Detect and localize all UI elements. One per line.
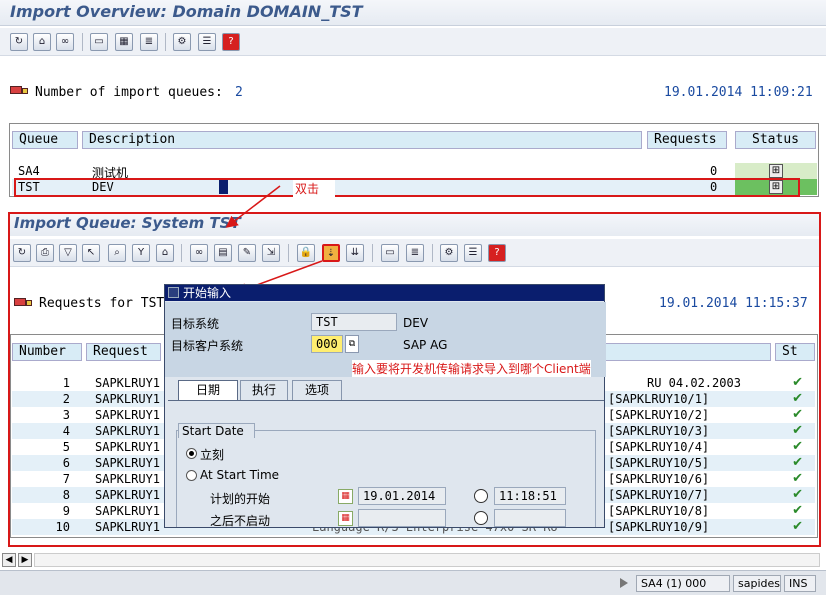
tab-options[interactable]: 选项 (292, 380, 342, 400)
no-start-after-label: 之后不启动 (210, 514, 271, 528)
clock-icon[interactable] (474, 489, 488, 503)
insert-mode: INS (784, 575, 816, 592)
status-bar: SA4 (1) 000 sapides INS (0, 570, 826, 595)
radio-immediate-label: 立刻 (200, 448, 225, 462)
calendar-icon[interactable]: ▦ (338, 489, 353, 504)
client-annotation: 输入要将开发机传输请求导入到哪个Client端 (352, 360, 591, 377)
no-start-time-field[interactable] (494, 509, 566, 527)
clock-icon[interactable] (474, 511, 488, 525)
target-client-input[interactable]: 000 (311, 335, 343, 353)
scroll-right-icon[interactable]: ▶ (18, 553, 32, 567)
calendar-icon[interactable]: ▦ (338, 511, 353, 526)
window-icon (168, 287, 179, 298)
planned-date-field: 19.01.2014 (358, 487, 446, 505)
server-info: sapides (733, 575, 781, 592)
radio-immediate[interactable] (186, 448, 197, 459)
dialog-title: 开始输入 (183, 286, 232, 300)
horizontal-scrollbar[interactable] (34, 553, 820, 567)
tab-execute[interactable]: 执行 (240, 380, 288, 400)
target-client-label: 目标客户系统 (171, 339, 244, 353)
target-client-desc: SAP AG (403, 338, 448, 352)
status-expand-icon[interactable] (620, 578, 628, 588)
radio-start-time[interactable] (186, 470, 197, 481)
planned-time-field: 11:18:51 (494, 487, 566, 505)
target-system-field: TST (311, 313, 397, 331)
target-system-label: 目标系统 (171, 317, 220, 331)
target-system-desc: DEV (403, 316, 429, 330)
dialog-title-bar: 开始输入 (165, 285, 604, 301)
f4-help-icon[interactable]: ⧉ (345, 335, 359, 353)
planned-start-label: 计划的开始 (210, 492, 271, 506)
no-start-date-field[interactable] (358, 509, 446, 527)
start-date-group-title: Start Date (178, 423, 255, 438)
system-info[interactable]: SA4 (1) 000 (636, 575, 730, 592)
tab-date[interactable]: 日期 (178, 380, 238, 400)
scroll-left-icon[interactable]: ◀ (2, 553, 16, 567)
radio-start-time-label: At Start Time (200, 468, 280, 482)
